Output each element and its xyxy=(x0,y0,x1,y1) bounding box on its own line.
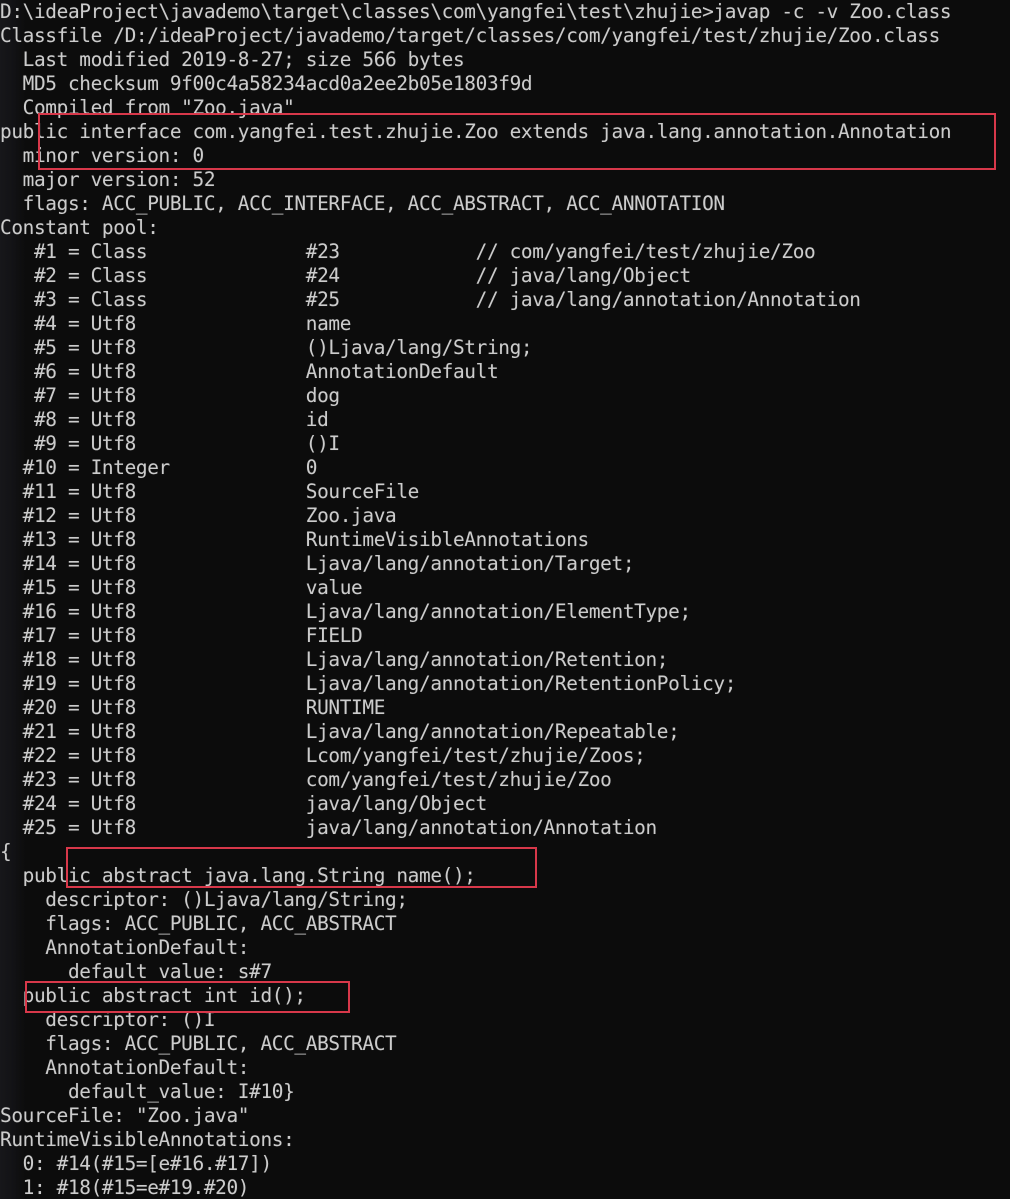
console-line: default_value: s#7 xyxy=(0,960,272,983)
console-line: RuntimeVisibleAnnotations: xyxy=(0,1128,295,1151)
console-line: #14 = Utf8 Ljava/lang/annotation/Target; xyxy=(0,552,635,575)
console-line: MD5 checksum 9f00c4a58234acd0a2ee2b05e18… xyxy=(0,72,533,95)
console-line: Compiled from "Zoo.java" xyxy=(0,96,295,119)
console-line: public interface com.yangfei.test.zhujie… xyxy=(0,120,952,143)
console-line: #16 = Utf8 Ljava/lang/annotation/Element… xyxy=(0,600,691,623)
console-line: AnnotationDefault: xyxy=(0,1056,250,1079)
console-line: #18 = Utf8 Ljava/lang/annotation/Retenti… xyxy=(0,648,669,671)
console-line: #23 = Utf8 com/yangfei/test/zhujie/Zoo xyxy=(0,768,612,791)
console-line: descriptor: ()Ljava/lang/String; xyxy=(0,888,408,911)
console-line: #17 = Utf8 FIELD xyxy=(0,624,363,647)
console-line: #13 = Utf8 RuntimeVisibleAnnotations xyxy=(0,528,590,551)
console-line: 0: #14(#15=[e#16.#17]) xyxy=(0,1152,272,1175)
console-line: #5 = Utf8 ()Ljava/lang/String; xyxy=(0,336,533,359)
console-line: 1: #18(#15=e#19.#20) xyxy=(0,1176,250,1199)
console-line: #12 = Utf8 Zoo.java xyxy=(0,504,397,527)
console-line: D:\ideaProject\javademo\target\classes\c… xyxy=(0,0,952,23)
console-line: #6 = Utf8 AnnotationDefault xyxy=(0,360,499,383)
console-line: minor version: 0 xyxy=(0,144,205,167)
console-line: Last modified 2019-8-27; size 566 bytes xyxy=(0,48,465,71)
console-line: flags: ACC_PUBLIC, ACC_INTERFACE, ACC_AB… xyxy=(0,192,725,215)
console-line: { xyxy=(0,840,12,863)
console-line: #9 = Utf8 ()I xyxy=(0,432,340,455)
console-line: public abstract java.lang.String name(); xyxy=(0,864,476,887)
console-line: #15 = Utf8 value xyxy=(0,576,363,599)
console-line: #7 = Utf8 dog xyxy=(0,384,340,407)
console-line: #1 = Class #23 // com/yangfei/test/zhuji… xyxy=(0,240,816,263)
console-line: #24 = Utf8 java/lang/Object xyxy=(0,792,488,815)
console-line: #21 = Utf8 Ljava/lang/annotation/Repeata… xyxy=(0,720,680,743)
console-line: default_value: I#10} xyxy=(0,1080,295,1103)
console-line: flags: ACC_PUBLIC, ACC_ABSTRACT xyxy=(0,912,397,935)
console-line: Classfile /D:/ideaProject/javademo/targe… xyxy=(0,24,940,47)
console-line: descriptor: ()I xyxy=(0,1008,216,1031)
console-line: #3 = Class #25 // java/lang/annotation/A… xyxy=(0,288,861,311)
console-line: #2 = Class #24 // java/lang/Object xyxy=(0,264,691,287)
console-line: major version: 52 xyxy=(0,168,216,191)
console-line: Constant pool: xyxy=(0,216,159,239)
console-line: #19 = Utf8 Ljava/lang/annotation/Retenti… xyxy=(0,672,737,695)
console-line: #11 = Utf8 SourceFile xyxy=(0,480,420,503)
console-line: #22 = Utf8 Lcom/yangfei/test/zhujie/Zoos… xyxy=(0,744,646,767)
console-line: SourceFile: "Zoo.java" xyxy=(0,1104,250,1127)
console-line: flags: ACC_PUBLIC, ACC_ABSTRACT xyxy=(0,1032,397,1055)
console-line: #10 = Integer 0 xyxy=(0,456,318,479)
console-line: #8 = Utf8 id xyxy=(0,408,329,431)
console-line: #4 = Utf8 name xyxy=(0,312,352,335)
console-output: D:\ideaProject\javademo\target\classes\c… xyxy=(0,0,1010,1199)
console-line: public abstract int id(); xyxy=(0,984,306,1007)
console-line: #20 = Utf8 RUNTIME xyxy=(0,696,386,719)
console-line: #25 = Utf8 java/lang/annotation/Annotati… xyxy=(0,816,658,839)
console-line: AnnotationDefault: xyxy=(0,936,250,959)
terminal-window[interactable]: D:\ideaProject\javademo\target\classes\c… xyxy=(0,0,1010,1199)
